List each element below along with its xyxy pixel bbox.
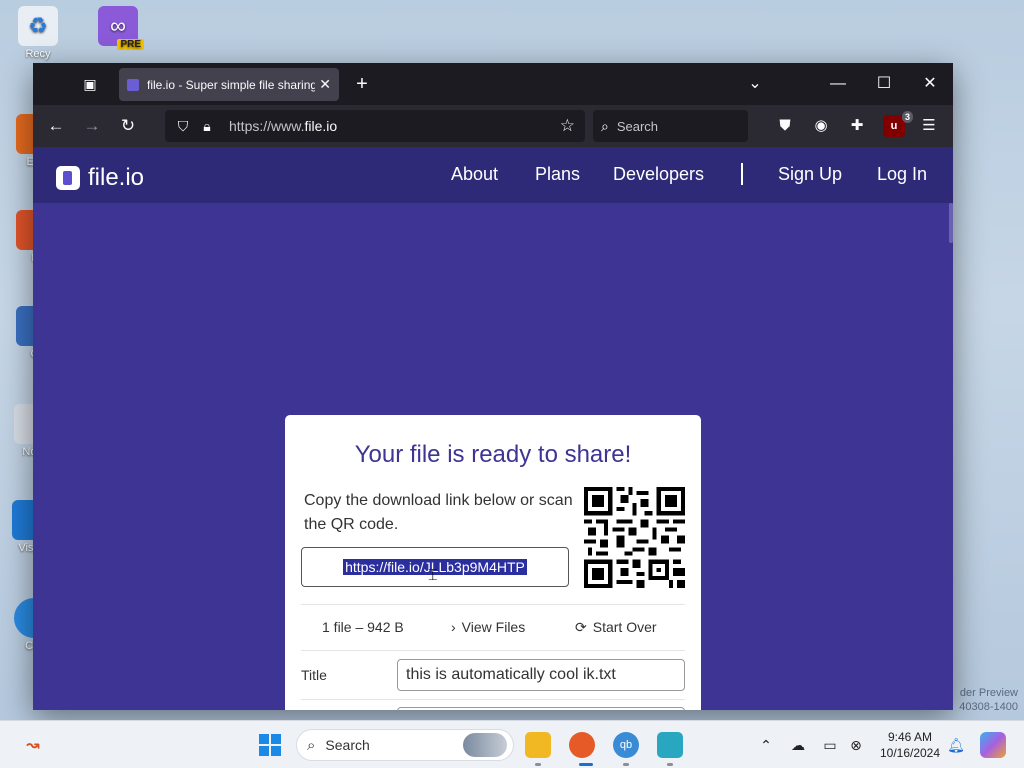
bookmark-star-icon[interactable]: ☆ bbox=[560, 116, 575, 136]
maximize-button[interactable]: ☐ bbox=[872, 73, 896, 95]
view-files-link[interactable]: › View Files bbox=[451, 619, 525, 635]
taskbar-search-box[interactable]: ⌕ Search bbox=[296, 729, 514, 761]
text-cursor-icon: ⌶ bbox=[428, 567, 438, 584]
nav-divider bbox=[741, 163, 743, 185]
taskbar: ↝ ⌕ Search qb ⌃ ☁ ▭ ⊗ 9:46 AM 10/16/2024… bbox=[0, 720, 1024, 768]
notepad-icon[interactable] bbox=[657, 732, 683, 758]
firefox-icon[interactable] bbox=[569, 732, 595, 758]
url-text[interactable]: https://www.file.io bbox=[229, 118, 337, 134]
system-clock[interactable]: 9:46 AM 10/16/2024 bbox=[872, 729, 948, 761]
widgets-icon[interactable]: ↝ bbox=[20, 732, 46, 758]
close-window-button[interactable]: ✕ bbox=[918, 73, 942, 95]
recycle-bin-icon: ♻ bbox=[18, 6, 58, 46]
clock-time: 9:46 AM bbox=[887, 730, 933, 744]
chevron-right-icon: › bbox=[451, 619, 456, 635]
card-title: Your file is ready to share! bbox=[354, 441, 632, 468]
fileio-favicon-icon bbox=[127, 78, 139, 91]
close-tab-icon[interactable]: ✕ bbox=[319, 76, 331, 93]
search-placeholder: Search bbox=[616, 118, 659, 134]
qr-code bbox=[584, 487, 685, 588]
nav-sign-up[interactable]: Sign Up bbox=[778, 164, 842, 185]
lock-icon[interactable]: 🔒︎ bbox=[195, 118, 219, 135]
nav-about[interactable]: About bbox=[451, 164, 498, 185]
forward-button[interactable]: → bbox=[80, 115, 104, 137]
title-field-label: Title bbox=[301, 667, 327, 683]
url-host: file.io bbox=[304, 118, 338, 134]
address-bar[interactable]: ⛉ 🔒︎ https://www.file.io ☆ bbox=[165, 110, 585, 142]
notification-bell-icon[interactable]: 🔔︎ bbox=[946, 735, 966, 755]
start-button[interactable] bbox=[257, 732, 283, 758]
card-divider bbox=[301, 604, 685, 605]
new-tab-button[interactable]: + bbox=[351, 73, 373, 95]
running-indicator bbox=[623, 763, 629, 766]
extensions-puzzle-icon[interactable]: ✚ bbox=[846, 115, 868, 137]
start-over-label: Start Over bbox=[592, 619, 657, 635]
tab-bar: ▣ file.io - Super simple file sharing ✕ … bbox=[33, 63, 953, 105]
logo-text: file.io bbox=[88, 164, 145, 191]
account-icon[interactable]: ◉ bbox=[810, 115, 832, 137]
navigation-toolbar: ← → ↻ ⛉ 🔒︎ https://www.file.io ☆ ⌕ Searc… bbox=[33, 105, 953, 147]
pre-badge: PRE bbox=[117, 39, 144, 50]
active-indicator bbox=[579, 763, 593, 766]
ublock-origin-icon[interactable]: u 3 bbox=[883, 111, 913, 137]
visual-studio-preview-desktop-icon[interactable]: ∞ PRE bbox=[88, 6, 148, 50]
watermark-line: der Preview bbox=[959, 687, 1018, 699]
card-divider bbox=[301, 699, 685, 700]
fileio-logo-icon bbox=[56, 166, 80, 190]
visual-studio-icon: ∞ PRE bbox=[98, 6, 144, 50]
display-icon[interactable]: ▭ bbox=[820, 735, 840, 755]
file-explorer-icon[interactable] bbox=[525, 732, 551, 758]
share-card: Your file is ready to share! Copy the do… bbox=[285, 415, 701, 710]
network-offline-icon[interactable]: ☁ bbox=[788, 735, 808, 755]
file-info: 1 file – 942 B bbox=[322, 619, 404, 635]
site-header: file.io About Plans Developers Sign Up L… bbox=[33, 147, 953, 203]
search-input[interactable]: ⌕ Search bbox=[593, 110, 748, 142]
shield-icon[interactable]: ⛉ bbox=[171, 118, 195, 135]
running-indicator bbox=[667, 763, 673, 766]
card-description: Copy the download link below or scan the… bbox=[304, 492, 573, 533]
hamburger-menu-icon[interactable]: ☰ bbox=[918, 115, 940, 137]
fileio-logo[interactable]: file.io bbox=[56, 164, 144, 192]
firefox-view-icon[interactable]: ▣ bbox=[79, 73, 101, 95]
tab-title: file.io - Super simple file sharing bbox=[147, 77, 316, 92]
nav-log-in[interactable]: Log In bbox=[877, 164, 927, 185]
refresh-icon: ⟳ bbox=[575, 619, 587, 635]
windows-logo-icon bbox=[259, 734, 281, 756]
search-highlight-image bbox=[463, 733, 507, 757]
url-prefix: https://www. bbox=[229, 118, 305, 134]
next-field-input[interactable] bbox=[397, 707, 685, 710]
search-icon: ⌕ bbox=[307, 736, 316, 754]
minimize-button[interactable]: — bbox=[826, 73, 850, 95]
qb-label: qb bbox=[619, 739, 633, 751]
recycle-bin-desktop-icon[interactable]: ♻ Recy bbox=[8, 6, 68, 60]
list-all-tabs-chevron-icon[interactable]: ⌄ bbox=[743, 73, 767, 95]
volume-muted-icon[interactable]: ⊗ bbox=[846, 735, 866, 755]
desktop-icon-label: Recy bbox=[25, 48, 51, 60]
reload-button[interactable]: ↻ bbox=[116, 115, 140, 137]
copilot-icon[interactable] bbox=[980, 732, 1006, 758]
ublock-count-badge: 3 bbox=[901, 111, 913, 123]
clock-date: 10/16/2024 bbox=[879, 746, 941, 760]
running-indicator bbox=[535, 763, 541, 766]
firefox-window: ▣ file.io - Super simple file sharing ✕ … bbox=[33, 63, 953, 710]
watermark-line: 40308-1400 bbox=[959, 701, 1018, 713]
windows-insider-watermark: der Preview 40308-1400 bbox=[959, 686, 1018, 714]
pocket-icon[interactable]: ⛊ bbox=[774, 115, 796, 137]
title-input[interactable]: this is automatically cool ik.txt bbox=[397, 659, 685, 691]
page-scrollbar[interactable] bbox=[949, 203, 953, 710]
card-divider bbox=[301, 650, 685, 651]
view-files-label: View Files bbox=[461, 619, 526, 635]
back-button[interactable]: ← bbox=[44, 115, 68, 137]
nav-developers[interactable]: Developers bbox=[613, 164, 704, 185]
scroll-thumb[interactable] bbox=[949, 203, 953, 243]
taskbar-search-label: Search bbox=[325, 737, 370, 753]
ublock-label: u bbox=[890, 120, 898, 132]
show-hidden-icons-chevron-icon[interactable]: ⌃ bbox=[756, 735, 776, 755]
tab-fileio[interactable]: file.io - Super simple file sharing ✕ bbox=[119, 68, 339, 101]
nav-plans[interactable]: Plans bbox=[535, 164, 580, 185]
start-over-link[interactable]: ⟳ Start Over bbox=[575, 619, 657, 636]
search-icon: ⌕ bbox=[601, 117, 609, 134]
qbittorrent-icon[interactable]: qb bbox=[613, 732, 639, 758]
